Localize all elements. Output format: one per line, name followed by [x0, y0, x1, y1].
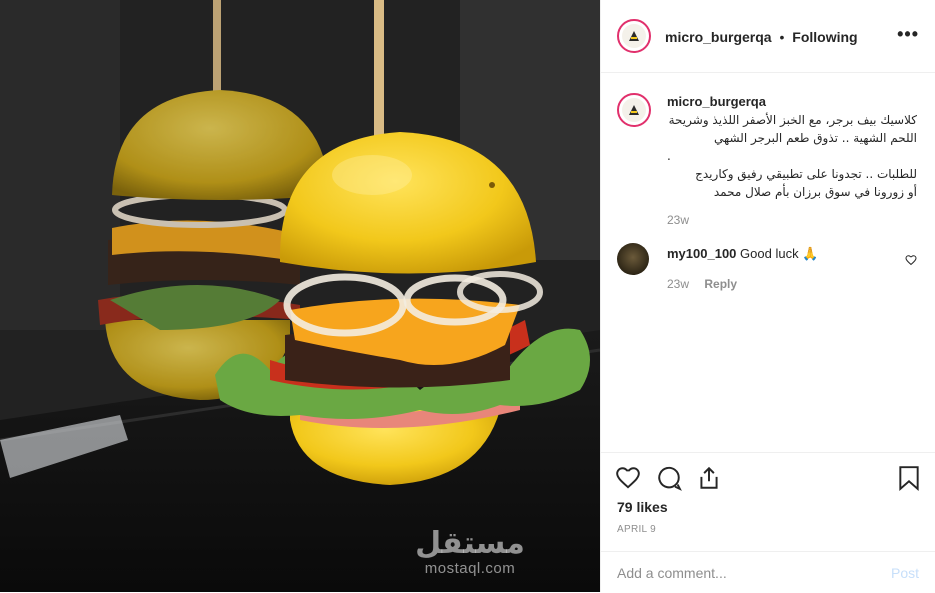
action-bar: [601, 452, 935, 501]
header-username[interactable]: micro_burgerqa: [665, 29, 772, 45]
post-comment-button[interactable]: Post: [891, 565, 919, 581]
header-separator: •: [779, 29, 785, 45]
heart-icon[interactable]: [615, 465, 641, 496]
caption-avatar[interactable]: [617, 93, 651, 127]
comment-username[interactable]: my100_100: [667, 246, 736, 261]
burger-logo-icon: [622, 98, 646, 122]
caption-text: كلاسيك بيف برجر، مع الخبز الأصفر اللذيذ …: [667, 113, 917, 199]
header-user-line: micro_burgerqa • Following: [665, 29, 858, 45]
burger-illustration: [0, 0, 600, 592]
watermark-arabic: مستقل: [415, 526, 525, 561]
following-button[interactable]: Following: [792, 29, 857, 45]
mostaql-watermark: مستقل mostaql.com: [410, 526, 530, 578]
profile-avatar[interactable]: [617, 19, 651, 53]
comment-text: Good luck 🙏: [740, 246, 819, 261]
post-date: APRIL 9: [617, 524, 656, 535]
burger-logo-icon: [622, 24, 646, 48]
post-header: micro_burgerqa • Following •••: [601, 0, 935, 73]
caption-body: micro_burgerqa كلاسيك بيف برجر، مع الخبز…: [667, 93, 917, 201]
caption-username[interactable]: micro_burgerqa: [667, 94, 766, 109]
caption-age[interactable]: 23w: [667, 213, 917, 227]
instagram-post: مستقل mostaql.com micro_burgerqa • Follo…: [0, 0, 935, 592]
add-comment-section: Post: [601, 551, 935, 593]
more-options-icon[interactable]: •••: [897, 24, 919, 45]
comment-icon[interactable]: [656, 465, 682, 496]
comment-item: my100_100 Good luck 🙏 23w Reply: [617, 243, 917, 291]
caption: micro_burgerqa كلاسيك بيف برجر، مع الخبز…: [617, 93, 917, 227]
commenter-avatar[interactable]: [617, 243, 649, 275]
comment-body: my100_100 Good luck 🙏: [667, 243, 917, 263]
bookmark-icon[interactable]: [897, 465, 921, 496]
watermark-latin: mostaql.com: [424, 560, 516, 577]
comment-like-icon[interactable]: [905, 253, 917, 271]
comments-area[interactable]: micro_burgerqa كلاسيك بيف برجر، مع الخبز…: [601, 73, 935, 451]
comment-meta: 23w Reply: [667, 277, 917, 291]
comment-age[interactable]: 23w: [667, 277, 689, 291]
post-photo[interactable]: مستقل mostaql.com: [0, 0, 600, 592]
reply-button[interactable]: Reply: [704, 277, 737, 291]
post-side-panel: micro_burgerqa • Following ••• micro_bur…: [600, 0, 935, 592]
like-count[interactable]: 79 likes: [617, 499, 668, 515]
share-icon[interactable]: [696, 465, 722, 496]
add-comment-input[interactable]: [617, 562, 867, 584]
